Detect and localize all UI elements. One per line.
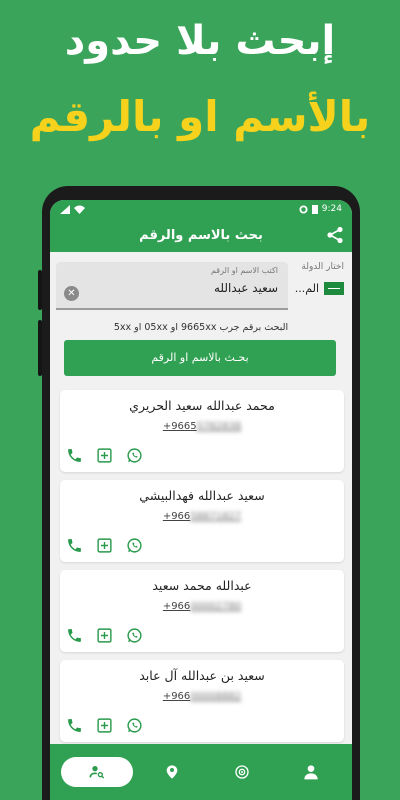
whatsapp-icon[interactable] <box>126 717 143 734</box>
phone-icon[interactable] <box>66 717 83 734</box>
phone-icon[interactable] <box>66 627 83 644</box>
contact-name: سعيد عبدالله فهدالبيشي <box>139 488 265 503</box>
nav-target[interactable] <box>212 757 272 787</box>
clear-icon[interactable]: ✕ <box>64 286 79 301</box>
search-row: اكتب الاسم او الرقم سعيد عبدالله ✕ اختار… <box>50 252 352 310</box>
page-title: بحث بالاسم والرقم <box>139 227 263 243</box>
add-contact-icon[interactable] <box>96 717 113 734</box>
search-input[interactable]: اكتب الاسم او الرقم سعيد عبدالله ✕ <box>56 262 288 310</box>
search-button[interactable]: بحـث بالاسم او الرقم <box>64 340 336 376</box>
add-contact-icon[interactable] <box>96 537 113 554</box>
phone-power-button <box>38 320 42 376</box>
country-selector[interactable]: اختار الدولة الم... <box>294 262 344 310</box>
country-value: الم... <box>294 282 344 295</box>
results-list: محمد عبدالله سعيد الحريري +96655782838 س… <box>50 376 352 742</box>
contact-number[interactable]: +96600008882 <box>60 691 344 702</box>
phone-icon[interactable] <box>66 537 83 554</box>
person-search-icon <box>89 766 104 779</box>
promo-headline-1: إبحث بلا حدود <box>64 18 336 64</box>
battery-icon <box>311 205 318 214</box>
bottom-nav <box>50 744 352 800</box>
add-contact-icon[interactable] <box>96 447 113 464</box>
country-name: الم... <box>294 282 319 295</box>
contact-number[interactable]: +96658871827 <box>60 511 344 522</box>
phone-volume-button <box>38 270 42 310</box>
wifi-icon <box>74 205 85 214</box>
search-hint: البحث برقم جرب 9665xx او 05xx او 5xx <box>113 322 289 333</box>
saudi-flag-icon <box>324 282 344 295</box>
share-icon[interactable] <box>326 226 344 244</box>
result-card[interactable]: عبدالله محمد سعيد +96600002780 <box>60 570 344 652</box>
gear-icon <box>299 204 308 214</box>
contact-number[interactable]: +96600002780 <box>60 601 344 612</box>
result-card[interactable]: سعيد بن عبدالله آل عابد +96600008882 <box>60 660 344 742</box>
contact-name: محمد عبدالله سعيد الحريري <box>129 398 275 413</box>
search-placeholder: اكتب الاسم او الرقم <box>210 266 278 275</box>
person-icon <box>304 765 318 780</box>
contact-name: سعيد بن عبدالله آل عابد <box>139 668 265 683</box>
promo-headline-2: بالأسم او بالرقم <box>29 92 371 141</box>
phone-icon[interactable] <box>66 447 83 464</box>
result-card[interactable]: سعيد عبدالله فهدالبيشي +96658871827 <box>60 480 344 562</box>
target-icon <box>235 765 249 779</box>
add-contact-icon[interactable] <box>96 627 113 644</box>
status-time: 9:24 <box>321 204 342 214</box>
contact-name: عبدالله محمد سعيد <box>152 578 252 593</box>
contact-number[interactable]: +96655782838 <box>60 421 344 432</box>
status-bar: 9:24 <box>50 200 352 218</box>
nav-search[interactable] <box>60 757 133 787</box>
nav-location[interactable] <box>142 757 202 787</box>
search-value: سعيد عبدالله <box>213 281 278 295</box>
app-bar: بحث بالاسم والرقم <box>50 218 352 252</box>
whatsapp-icon[interactable] <box>126 447 143 464</box>
signal-icon <box>60 204 70 214</box>
phone-screen: 9:24 بحث بالاسم والرقم اكتب الاسم او الر… <box>50 200 352 800</box>
nav-profile[interactable] <box>281 757 341 787</box>
country-label: اختار الدولة <box>301 262 344 272</box>
whatsapp-icon[interactable] <box>126 627 143 644</box>
result-card[interactable]: محمد عبدالله سعيد الحريري +96655782838 <box>60 390 344 472</box>
location-pin-icon <box>166 765 178 779</box>
whatsapp-icon[interactable] <box>126 537 143 554</box>
